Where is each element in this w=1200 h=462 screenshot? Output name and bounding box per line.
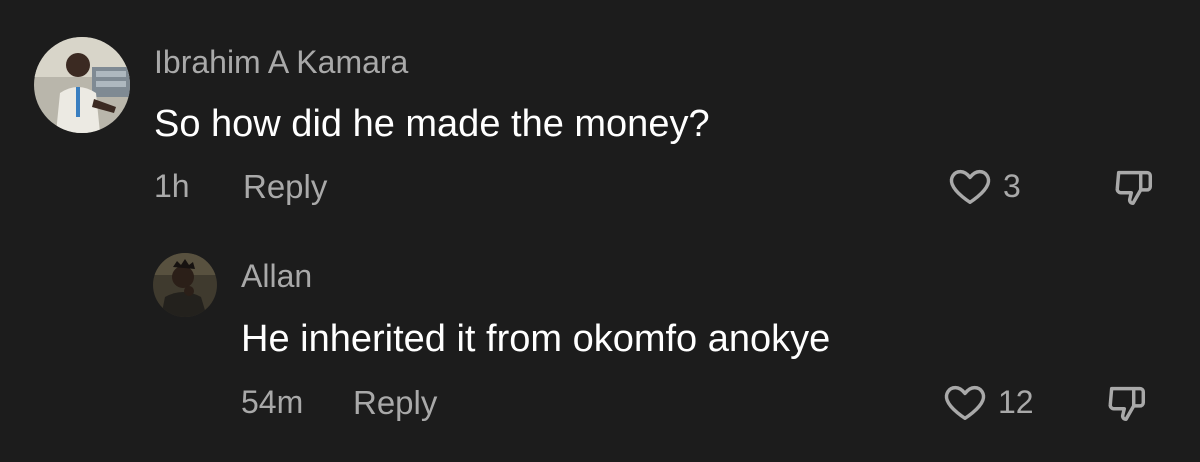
reply-button[interactable]: Reply [353, 386, 437, 419]
thumbs-down-outline-icon [1115, 170, 1153, 206]
comment-text: So how did he made the money? [154, 103, 710, 145]
comment-username[interactable]: Ibrahim A Kamara [154, 46, 408, 78]
dislike-button[interactable] [1103, 380, 1151, 426]
comment-timestamp: 54m [241, 384, 304, 420]
like-button[interactable]: 3 [947, 163, 1021, 209]
avatar-image [153, 253, 217, 317]
thumbs-down-outline-icon [1108, 386, 1146, 422]
avatar-image [34, 37, 130, 133]
reply-button[interactable]: Reply [243, 170, 327, 203]
heart-outline-icon [949, 169, 991, 205]
comment-text: He inherited it from okomfo anokye [241, 318, 831, 360]
avatar[interactable] [153, 253, 217, 317]
avatar[interactable] [34, 37, 130, 133]
like-button[interactable]: 12 [942, 379, 1034, 425]
like-count: 3 [1003, 168, 1021, 204]
comment-username[interactable]: Allan [241, 260, 312, 292]
heart-outline-icon [944, 385, 986, 421]
dislike-button[interactable] [1110, 164, 1158, 210]
like-count: 12 [998, 384, 1034, 420]
comment-thread: Ibrahim A Kamara So how did he made the … [0, 0, 1200, 462]
comment-timestamp: 1h [154, 168, 190, 204]
